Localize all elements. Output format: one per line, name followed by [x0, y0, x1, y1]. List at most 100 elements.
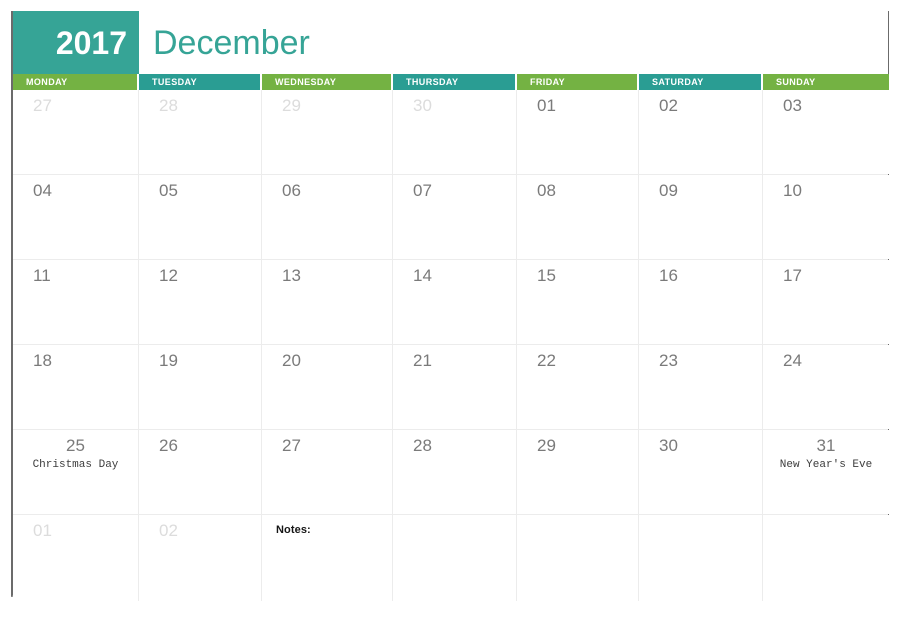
- year-block: 2017: [13, 11, 139, 74]
- day-number: 27: [33, 96, 52, 115]
- day-cell[interactable]: 28: [393, 430, 517, 514]
- weekday-header-label: MONDAY: [26, 77, 68, 87]
- day-number: 01: [537, 96, 556, 115]
- day-cell[interactable]: 10: [763, 175, 889, 259]
- day-cell[interactable]: 09: [639, 175, 763, 259]
- day-number: 06: [282, 181, 301, 200]
- day-cell[interactable]: 16: [639, 260, 763, 344]
- day-number: 14: [413, 266, 432, 285]
- weekday-header-monday: MONDAY: [13, 74, 139, 90]
- day-number: 09: [659, 181, 678, 200]
- calendar-title-bar: 2017 December: [13, 11, 888, 74]
- day-cell[interactable]: 22: [517, 345, 639, 429]
- day-cell[interactable]: 06: [262, 175, 393, 259]
- weekday-header-tuesday: TUESDAY: [139, 74, 262, 90]
- day-cell[interactable]: 04: [13, 175, 139, 259]
- weekday-header-friday: FRIDAY: [517, 74, 639, 90]
- day-cell[interactable]: 23: [639, 345, 763, 429]
- day-cell[interactable]: 25 Christmas Day: [13, 430, 139, 514]
- weekday-header-row: MONDAY TUESDAY WEDNESDAY THURSDAY FRIDAY SATU…: [13, 74, 889, 90]
- day-cell[interactable]: 02: [139, 515, 262, 601]
- day-cell[interactable]: 15: [517, 260, 639, 344]
- calendar: 2017 December MONDAY TUESDAY WEDNESDAY THUR…: [11, 11, 889, 601]
- day-cell[interactable]: [639, 515, 763, 601]
- day-number: 20: [282, 351, 301, 370]
- weekday-header-sunday: SUNDAY: [763, 74, 889, 90]
- week-row: 25 Christmas Day 26 27 28 29 30 31 New Year's Ev…: [13, 430, 889, 515]
- weekday-header-wednesday: WEDNESDAY: [262, 74, 393, 90]
- day-number: 30: [413, 96, 432, 115]
- day-cell[interactable]: 11: [13, 260, 139, 344]
- day-cell[interactable]: 18: [13, 345, 139, 429]
- calendar-grid: 27 28 29 30 01 02 03 04 05 06 07 08 09 10 11 12 13 14 15 16…: [13, 90, 889, 601]
- day-number: 17: [783, 266, 802, 285]
- weekday-header-label: FRIDAY: [530, 77, 566, 87]
- day-number: 18: [33, 351, 52, 370]
- day-cell[interactable]: 30: [639, 430, 763, 514]
- day-cell[interactable]: 29: [517, 430, 639, 514]
- day-number: 10: [783, 181, 802, 200]
- day-event-label[interactable]: New Year's Eve: [763, 458, 889, 472]
- day-number: 31: [816, 436, 836, 455]
- day-number: 08: [537, 181, 556, 200]
- year-label: 2017: [55, 24, 127, 61]
- weekday-header-label: SATURDAY: [652, 77, 704, 87]
- day-cell[interactable]: 13: [262, 260, 393, 344]
- day-number: 24: [783, 351, 802, 370]
- day-number: 16: [659, 266, 678, 285]
- day-number: 29: [537, 436, 556, 455]
- weekday-header-label: TUESDAY: [152, 77, 197, 87]
- day-cell[interactable]: 26: [139, 430, 262, 514]
- day-cell[interactable]: 12: [139, 260, 262, 344]
- day-number: 02: [159, 521, 178, 540]
- day-cell[interactable]: 24: [763, 345, 889, 429]
- day-number: 23: [659, 351, 678, 370]
- day-number: 05: [159, 181, 178, 200]
- day-cell[interactable]: 17: [763, 260, 889, 344]
- day-number: 26: [159, 436, 178, 455]
- day-cell[interactable]: 29: [262, 90, 393, 174]
- day-cell[interactable]: 05: [139, 175, 262, 259]
- week-row: 27 28 29 30 01 02 03: [13, 90, 889, 175]
- day-cell[interactable]: 02: [639, 90, 763, 174]
- day-number: 21: [413, 351, 432, 370]
- day-cell[interactable]: 01: [13, 515, 139, 601]
- day-number: 12: [159, 266, 178, 285]
- day-number: 15: [537, 266, 556, 285]
- day-cell[interactable]: 31 New Year's Eve: [763, 430, 889, 514]
- day-cell[interactable]: 07: [393, 175, 517, 259]
- day-number: 27: [282, 436, 301, 455]
- day-cell[interactable]: 30: [393, 90, 517, 174]
- weekday-header-label: THURSDAY: [406, 77, 459, 87]
- day-number: 25: [66, 436, 85, 455]
- month-label: December: [153, 23, 310, 62]
- week-row: 18 19 20 21 22 23 24: [13, 345, 889, 430]
- notes-label: Notes:: [276, 524, 311, 536]
- day-cell[interactable]: 01: [517, 90, 639, 174]
- week-row: 01 02 Notes:: [13, 515, 889, 601]
- day-number: 02: [659, 96, 678, 115]
- day-cell[interactable]: 27: [262, 430, 393, 514]
- day-cell[interactable]: 27: [13, 90, 139, 174]
- day-cell[interactable]: Notes:: [262, 515, 393, 601]
- week-row: 04 05 06 07 08 09 10: [13, 175, 889, 260]
- day-number: 11: [33, 266, 51, 285]
- day-number: 28: [413, 436, 432, 455]
- day-number: 13: [282, 266, 301, 285]
- day-number: 07: [413, 181, 432, 200]
- day-number: 30: [659, 436, 678, 455]
- day-cell[interactable]: [393, 515, 517, 601]
- day-number: 03: [783, 96, 802, 115]
- day-cell[interactable]: [763, 515, 889, 601]
- day-number: 19: [159, 351, 178, 370]
- day-cell[interactable]: 08: [517, 175, 639, 259]
- day-cell[interactable]: 21: [393, 345, 517, 429]
- day-cell[interactable]: 14: [393, 260, 517, 344]
- day-event-label[interactable]: Christmas Day: [13, 458, 138, 472]
- day-cell[interactable]: 20: [262, 345, 393, 429]
- day-cell[interactable]: 28: [139, 90, 262, 174]
- day-cell[interactable]: 03: [763, 90, 889, 174]
- day-cell[interactable]: [517, 515, 639, 601]
- day-cell[interactable]: 19: [139, 345, 262, 429]
- weekday-header-thursday: THURSDAY: [393, 74, 517, 90]
